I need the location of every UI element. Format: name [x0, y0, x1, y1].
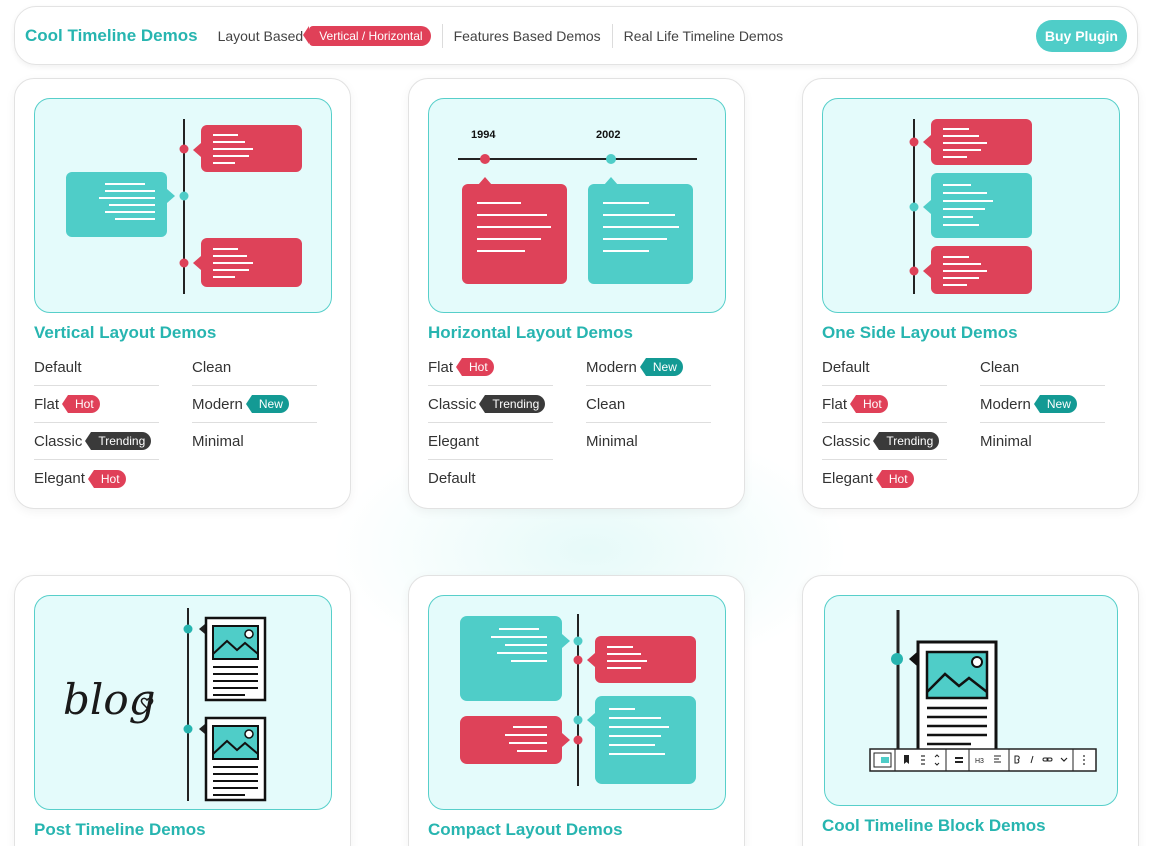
demo-label: Default [822, 358, 870, 376]
demo-link-modern[interactable]: Modern New [192, 386, 317, 423]
demo-link-elegant[interactable]: Elegant Hot [822, 460, 947, 497]
compact-timeline-illustration [460, 614, 696, 786]
timeline-block-thumbnail[interactable]: H3 [824, 595, 1118, 806]
vertical-layout-thumbnail[interactable] [34, 98, 332, 313]
demo-link-default[interactable]: Default [34, 349, 159, 386]
demo-link-default[interactable]: Default [822, 349, 947, 386]
demo-label: Default [34, 358, 82, 376]
post-doc-1 [204, 616, 267, 702]
card-title[interactable]: Cool Timeline Block Demos [822, 816, 1046, 836]
demo-label: Classic [428, 395, 477, 413]
card-title[interactable]: Compact Layout Demos [428, 820, 623, 840]
demo-label: Flat [428, 358, 454, 376]
demo-label: Flat [34, 395, 60, 413]
nav-features-based[interactable]: Features Based Demos [454, 28, 601, 44]
demo-label: Modern [980, 395, 1031, 413]
layout-badge: Vertical / Horizontal [303, 25, 431, 46]
card-title[interactable]: Vertical Layout Demos [34, 323, 216, 343]
demo-label: Elegant [822, 470, 873, 487]
horizontal-layout-thumbnail[interactable]: 1994 2002 [428, 98, 726, 313]
brand-title[interactable]: Cool Timeline Demos [25, 26, 198, 46]
demo-link-clean[interactable]: Clean [192, 349, 317, 386]
horizontal-timeline-illustration: 1994 2002 [458, 129, 697, 284]
demo-link-classic[interactable]: Classic Trending [428, 386, 553, 423]
post-doc-2 [204, 716, 267, 802]
card-timeline-block: H3 Cool Timeline Block Demos [802, 575, 1139, 846]
card-title[interactable]: Horizontal Layout Demos [428, 323, 633, 343]
demo-label: Clean [586, 395, 626, 413]
card-horizontal-layout: 1994 2002 Horizontal Layout Demos Flat Ho… [408, 78, 745, 509]
year-label: 2002 [596, 129, 620, 141]
demo-link-minimal[interactable]: Minimal [980, 423, 1105, 460]
demo-label: Elegant [34, 470, 85, 487]
new-badge: New [245, 395, 289, 413]
new-badge: New [1033, 395, 1077, 413]
demo-link-clean[interactable]: Clean [586, 386, 711, 423]
demo-label: Minimal [586, 433, 638, 450]
year-label: 1994 [471, 129, 496, 141]
block-editor-illustration: H3 [869, 610, 1097, 772]
hot-badge: Hot [62, 395, 100, 413]
demo-label: Modern [586, 358, 637, 376]
demo-link-classic[interactable]: Classic Trending [822, 423, 947, 460]
demo-link-minimal[interactable]: Minimal [586, 423, 711, 460]
nav-layout-based-label: Layout Based [217, 27, 304, 44]
demo-link-flat[interactable]: Flat Hot [34, 386, 159, 423]
top-navigation: Cool Timeline Demos Layout Based Vertica… [14, 6, 1138, 65]
vertical-timeline-illustration [66, 119, 302, 294]
demo-label: Flat [822, 395, 848, 413]
hot-badge: Hot [875, 469, 914, 488]
demo-link-flat[interactable]: Flat Hot [822, 386, 947, 423]
nav-real-life[interactable]: Real Life Timeline Demos [624, 28, 784, 44]
nav-layout-based[interactable]: Layout Based Vertical / Horizontal [217, 25, 431, 46]
block-toolbar: H3 [869, 748, 1097, 772]
demo-link-clean[interactable]: Clean [980, 349, 1105, 386]
compact-layout-thumbnail[interactable] [428, 595, 726, 810]
demo-link-modern[interactable]: Modern New [586, 349, 711, 386]
demo-label: Classic [822, 432, 871, 450]
nav-divider [441, 23, 443, 48]
nav-divider [611, 23, 613, 48]
one-side-layout-thumbnail[interactable] [822, 98, 1120, 313]
demo-link-elegant[interactable]: Elegant Hot [34, 460, 159, 497]
post-timeline-thumbnail[interactable]: blog [34, 595, 332, 810]
demo-label: Minimal [980, 433, 1032, 450]
post-timeline-illustration: blog [63, 608, 267, 802]
card-title[interactable]: Post Timeline Demos [34, 820, 206, 840]
card-post-timeline: blog Post Timeline Demos [14, 575, 351, 846]
demo-label: Classic [34, 432, 83, 450]
card-one-side-layout: One Side Layout Demos Default Clean Flat… [802, 78, 1139, 509]
demo-link-elegant[interactable]: Elegant [428, 423, 553, 460]
buy-plugin-button[interactable]: Buy Plugin [1035, 19, 1127, 52]
demo-label: Default [428, 470, 476, 487]
demo-label: Clean [980, 358, 1020, 376]
trending-badge: Trending [479, 395, 546, 413]
card-title[interactable]: One Side Layout Demos [822, 323, 1018, 343]
demo-label: Elegant [428, 432, 479, 450]
demo-label: Modern [192, 395, 243, 413]
hot-badge: Hot [456, 358, 494, 376]
demo-link-minimal[interactable]: Minimal [192, 423, 317, 460]
card-vertical-layout: Vertical Layout Demos Default Clean Flat… [14, 78, 351, 509]
new-badge: New [639, 358, 683, 376]
demo-link-modern[interactable]: Modern New [980, 386, 1105, 423]
hot-badge: Hot [87, 469, 126, 488]
trending-badge: Trending [873, 432, 940, 450]
demo-link-flat[interactable]: Flat Hot [428, 349, 553, 386]
card-compact-layout: Compact Layout Demos [408, 575, 745, 846]
demo-label: Minimal [192, 433, 244, 450]
trending-badge: Trending [85, 432, 152, 450]
hot-badge: Hot [850, 395, 888, 413]
heading-level-label: H3 [975, 758, 984, 765]
one-side-timeline-illustration [909, 119, 1032, 294]
demo-link-classic[interactable]: Classic Trending [34, 423, 159, 460]
demo-link-default[interactable]: Default [428, 460, 553, 497]
demo-label: Clean [192, 358, 232, 376]
